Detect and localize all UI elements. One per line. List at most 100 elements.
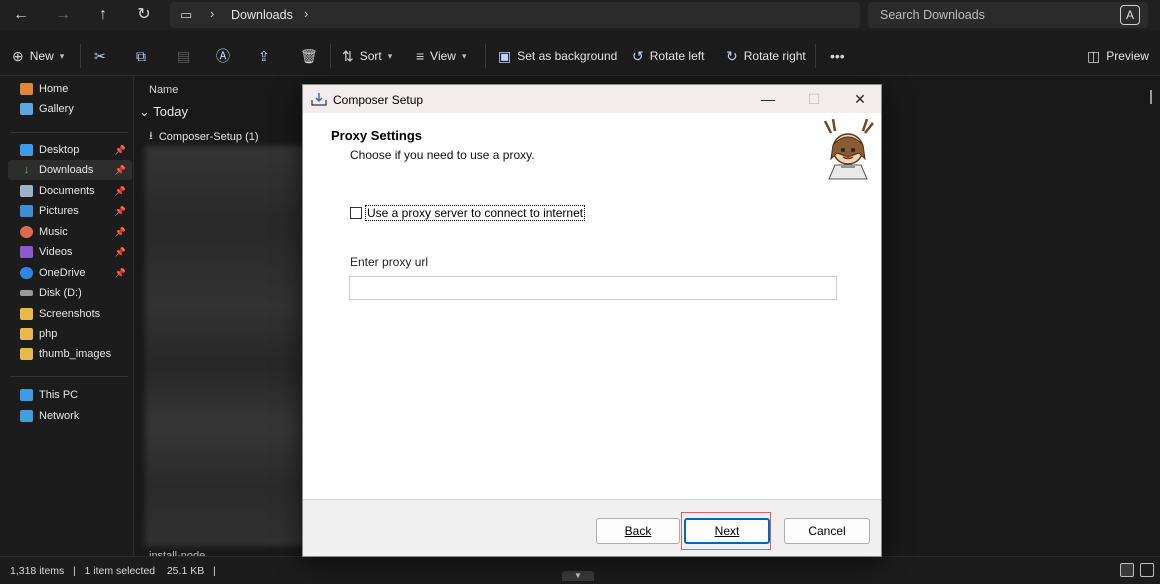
composer-setup-dialog: Composer Setup — ☐ ✕ Proxy Settings Choo… <box>302 84 882 557</box>
view-button[interactable]: ≡ View ▾ <box>416 46 467 66</box>
proxy-checkbox-label[interactable]: Use a proxy server to connect to interne… <box>365 205 586 221</box>
sidebar-item-home[interactable]: Home <box>8 79 132 99</box>
blurred-file-list <box>145 146 305 546</box>
column-header-name[interactable]: Name <box>149 84 178 96</box>
more-options-button[interactable]: ••• <box>830 46 845 66</box>
group-header-today[interactable]: ⌄ Today <box>139 104 188 120</box>
folder-icon <box>20 348 33 360</box>
dialog-title-bar[interactable]: Composer Setup — ☐ ✕ <box>303 85 881 113</box>
sidebar-item-music[interactable]: Music 📌 <box>8 222 132 242</box>
picture-icon: ▣ <box>498 47 512 64</box>
item-count: 1,318 items <box>10 565 65 577</box>
scrollbar-thumb[interactable] <box>1150 90 1152 104</box>
sidebar-item-network[interactable]: Network <box>8 406 132 426</box>
page-subtitle: Choose if you need to use a proxy. <box>350 148 535 162</box>
chevron-down-icon: ⌄ <box>139 104 150 119</box>
rename-button[interactable]: Ⓐ <box>216 46 230 66</box>
chevron-down-icon: ▾ <box>387 50 393 61</box>
breadcrumb-downloads[interactable]: Downloads <box>231 8 293 22</box>
view-list-icon: ≡ <box>416 48 425 64</box>
text-recognition-icon[interactable]: A <box>1120 5 1140 25</box>
sidebar-item-onedrive[interactable]: OneDrive 📌 <box>8 263 132 283</box>
sidebar-item-label: php <box>39 328 58 340</box>
view-label: View <box>430 49 456 63</box>
up-arrow-icon[interactable]: ↑ <box>92 4 114 26</box>
pin-icon: 📌 <box>114 226 126 237</box>
toolbar-divider <box>485 44 486 68</box>
sidebar-item-documents[interactable]: Documents 📌 <box>8 181 132 201</box>
pc-icon <box>20 389 33 401</box>
rotate-left-button[interactable]: ↺ Rotate left <box>632 46 704 66</box>
status-gap <box>158 565 164 577</box>
refresh-icon[interactable]: ↻ <box>133 4 155 26</box>
copy-icon: ⧉ <box>136 47 146 64</box>
back-button[interactable]: Back <box>596 518 680 544</box>
close-icon[interactable]: ✕ <box>837 85 883 113</box>
chevron-right-icon[interactable]: › <box>304 6 308 21</box>
sidebar-item-videos[interactable]: Videos 📌 <box>8 242 132 262</box>
sidebar-item-gallery[interactable]: Gallery <box>8 99 132 119</box>
cut-button[interactable]: ✂ <box>94 46 106 66</box>
preview-button[interactable]: ◫ Preview <box>1087 46 1149 66</box>
chevron-right-icon: › <box>210 6 215 21</box>
sidebar-item-desktop[interactable]: Desktop 📌 <box>8 140 132 160</box>
back-button-label: Back <box>624 524 652 538</box>
tiles-view-icon[interactable] <box>1140 563 1154 577</box>
sort-button[interactable]: ⇅ Sort ▾ <box>342 46 392 66</box>
sidebar-item-thumb-images[interactable]: thumb_images <box>8 344 132 364</box>
new-button[interactable]: ⊕ New ▾ <box>12 46 64 66</box>
cancel-button[interactable]: Cancel <box>784 518 870 544</box>
pin-icon: 📌 <box>114 185 126 196</box>
list-item[interactable]: ⭳ Composer-Setup (1) <box>149 127 259 146</box>
status-divider: | <box>67 565 82 577</box>
maximize-icon[interactable]: ☐ <box>791 85 837 113</box>
sidebar-item-downloads[interactable]: ↓ Downloads 📌 <box>8 160 132 180</box>
chevron-down-icon: ▾ <box>461 50 467 61</box>
set-background-button[interactable]: ▣ Set as background <box>498 46 617 66</box>
sidebar-item-screenshots[interactable]: Screenshots <box>8 304 132 324</box>
pictures-icon <box>20 205 33 217</box>
sidebar-divider <box>10 376 128 377</box>
rotate-right-button[interactable]: ↻ Rotate right <box>726 46 806 66</box>
composer-logo-icon <box>821 119 875 181</box>
sidebar-item-disk-d[interactable]: Disk (D:) <box>8 283 132 303</box>
more-dots-icon: ••• <box>830 48 845 64</box>
sidebar-item-php[interactable]: php <box>8 324 132 344</box>
share-button[interactable]: ⇪ <box>258 46 270 66</box>
pin-icon: 📌 <box>114 144 126 155</box>
minimize-icon[interactable]: — <box>745 85 791 113</box>
sidebar-item-label: Gallery <box>39 103 74 115</box>
sidebar-item-pictures[interactable]: Pictures 📌 <box>8 201 132 221</box>
navigation-pane: Home Gallery Desktop 📌 ↓ Downloads 📌 Doc… <box>0 76 134 556</box>
sidebar-item-label: Network <box>39 410 80 422</box>
sidebar-item-label: OneDrive <box>39 267 86 279</box>
rotate-left-label: Rotate left <box>649 49 705 63</box>
network-icon <box>20 410 33 422</box>
music-icon <box>20 226 33 238</box>
preview-pane-icon: ◫ <box>1087 47 1101 64</box>
details-view-icon[interactable] <box>1120 563 1134 577</box>
sidebar-item-label: Videos <box>39 246 73 258</box>
proxy-url-input[interactable] <box>349 276 837 300</box>
search-placeholder: Search Downloads <box>880 8 985 22</box>
sidebar-item-label: Screenshots <box>39 308 101 320</box>
back-arrow-icon[interactable]: ← <box>10 4 32 26</box>
sidebar-item-label: Music <box>39 226 68 238</box>
address-bar[interactable]: ▭ › Downloads › <box>170 2 860 28</box>
status-divider: | <box>207 565 216 577</box>
delete-button[interactable]: 🗑 <box>300 46 318 66</box>
folder-icon <box>20 308 33 320</box>
paste-button[interactable]: ▤ <box>177 46 190 66</box>
search-input[interactable]: Search Downloads A <box>868 2 1148 28</box>
dialog-footer: Back Next Cancel <box>303 499 881 556</box>
copy-button[interactable]: ⧉ <box>136 46 146 66</box>
forward-arrow-icon[interactable]: → <box>52 4 74 26</box>
proxy-checkbox[interactable] <box>350 207 362 219</box>
status-bar: 1,318 items | 1 item selected 25.1 KB | … <box>0 556 1160 584</box>
rotate-left-icon: ↺ <box>632 47 644 64</box>
download-icon: ↓ <box>23 164 30 176</box>
next-button[interactable]: Next <box>684 518 770 544</box>
proxy-checkbox-row[interactable]: Use a proxy server to connect to interne… <box>350 205 586 221</box>
expand-handle-icon[interactable]: ▼ <box>562 571 594 581</box>
sidebar-item-this-pc[interactable]: This PC <box>8 385 132 405</box>
